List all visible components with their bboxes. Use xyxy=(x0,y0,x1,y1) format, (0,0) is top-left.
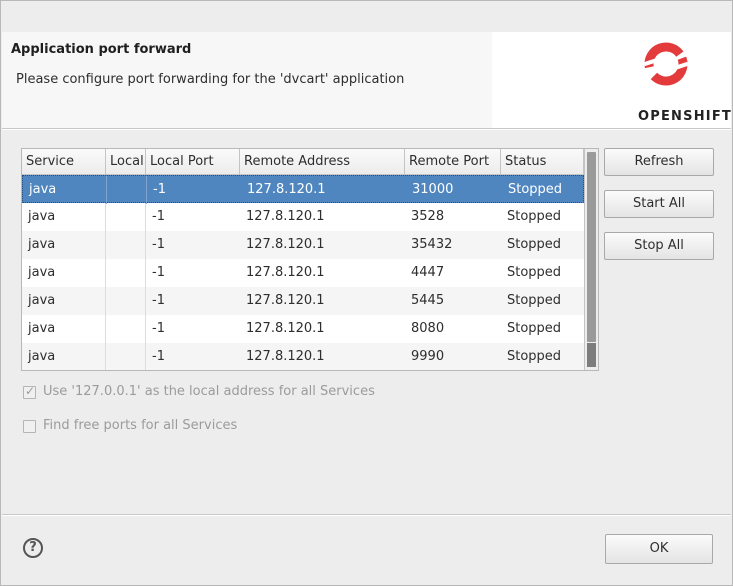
table-row[interactable]: java -1 127.8.120.1 31000 Stopped xyxy=(22,175,584,204)
column-header-status[interactable]: Status xyxy=(501,149,584,174)
cell-remote-port: 31000 xyxy=(412,182,454,197)
find-free-ports-label: Find free ports for all Services xyxy=(43,418,238,433)
cell-service: java xyxy=(22,203,106,231)
cell-local xyxy=(106,315,146,343)
table-row[interactable]: java -1 127.8.120.1 5445 Stopped xyxy=(22,287,584,315)
table-row[interactable]: java -1 127.8.120.1 4447 Stopped xyxy=(22,259,584,287)
cell-remote-port: 4447 xyxy=(411,265,445,280)
use-localhost-checkbox[interactable]: ✓ xyxy=(23,384,36,399)
column-header-remote-port[interactable]: Remote Port xyxy=(405,149,501,174)
dialog-description: Please configure port forwarding for the… xyxy=(16,72,405,87)
cell-status: Stopped xyxy=(507,293,562,308)
table-vertical-scrollbar[interactable] xyxy=(584,149,598,370)
cell-local xyxy=(106,231,146,259)
start-all-button[interactable]: Start All xyxy=(604,190,714,218)
help-icon[interactable]: ? xyxy=(23,538,43,558)
table-header: Service Local Local Port Remote Address … xyxy=(22,149,584,175)
openshift-logo-text: OPENSHIFT xyxy=(638,109,732,124)
cell-service: java xyxy=(22,231,106,259)
cell-local-port: -1 xyxy=(152,321,165,336)
table-row[interactable]: java -1 127.8.120.1 8080 Stopped xyxy=(22,315,584,343)
column-header-local[interactable]: Local xyxy=(106,149,146,174)
cell-remote-address: 127.8.120.1 xyxy=(246,293,325,308)
column-header-local-port[interactable]: Local Port xyxy=(146,149,240,174)
table-row[interactable]: java -1 127.8.120.1 3528 Stopped xyxy=(22,203,584,231)
openshift-logo-icon xyxy=(643,42,689,86)
cell-remote-address: 127.8.120.1 xyxy=(246,321,325,336)
scrollbar-thumb[interactable] xyxy=(587,152,596,342)
stop-all-button[interactable]: Stop All xyxy=(604,232,714,260)
table-row[interactable]: java -1 127.8.120.1 9990 Stopped xyxy=(22,343,584,370)
header-divider xyxy=(2,129,731,130)
checkmark-icon: ✓ xyxy=(25,384,36,398)
cell-local xyxy=(106,343,146,370)
cell-service: java xyxy=(22,343,106,370)
ok-button[interactable]: OK xyxy=(605,534,713,564)
dialog-header: Application port forward Please configur… xyxy=(2,32,731,129)
column-header-service[interactable]: Service xyxy=(22,149,106,174)
cell-remote-address: 127.8.120.1 xyxy=(246,209,325,224)
dialog-title: Application port forward xyxy=(11,42,192,57)
cell-local xyxy=(106,203,146,231)
cell-status: Stopped xyxy=(507,265,562,280)
cell-remote-port: 8080 xyxy=(411,321,445,336)
cell-status: Stopped xyxy=(507,209,562,224)
cell-remote-address: 127.8.120.1 xyxy=(246,237,325,252)
cell-remote-port: 9990 xyxy=(411,349,445,364)
cell-status: Stopped xyxy=(507,349,562,364)
refresh-button[interactable]: Refresh xyxy=(604,148,714,176)
cell-local xyxy=(106,259,146,287)
title-bar[interactable] xyxy=(1,1,732,31)
cell-remote-address: 127.8.120.1 xyxy=(246,265,325,280)
cell-service: java xyxy=(22,315,106,343)
cell-local-port: -1 xyxy=(152,293,165,308)
cell-remote-address: 127.8.120.1 xyxy=(246,349,325,364)
cell-local-port: -1 xyxy=(152,265,165,280)
cell-remote-port: 5445 xyxy=(411,293,445,308)
footer-divider-highlight xyxy=(2,515,731,516)
openshift-logo: OPENSHIFT xyxy=(492,32,731,128)
column-header-remote-address[interactable]: Remote Address xyxy=(240,149,405,174)
cell-local xyxy=(106,287,146,315)
find-free-ports-checkbox[interactable] xyxy=(23,420,36,433)
cell-service: java xyxy=(23,176,107,204)
cell-local-port: -1 xyxy=(153,182,166,197)
cell-status: Stopped xyxy=(507,321,562,336)
use-localhost-label: Use '127.0.0.1' as the local address for… xyxy=(43,384,375,399)
cell-status: Stopped xyxy=(508,182,563,197)
table-row[interactable]: java -1 127.8.120.1 35432 Stopped xyxy=(22,231,584,259)
cell-local-port: -1 xyxy=(152,209,165,224)
cell-local xyxy=(107,176,147,204)
cell-local-port: -1 xyxy=(152,237,165,252)
cell-remote-port: 3528 xyxy=(411,209,445,224)
cell-service: java xyxy=(22,287,106,315)
cell-service: java xyxy=(22,259,106,287)
cell-local-port: -1 xyxy=(152,349,165,364)
cell-status: Stopped xyxy=(507,237,562,252)
port-forward-dialog: Application port forward Please configur… xyxy=(0,0,733,586)
scrollbar-track-end[interactable] xyxy=(587,343,596,367)
cell-remote-port: 35432 xyxy=(411,237,453,252)
cell-remote-address: 127.8.120.1 xyxy=(247,182,326,197)
port-forward-table: Service Local Local Port Remote Address … xyxy=(21,148,599,371)
